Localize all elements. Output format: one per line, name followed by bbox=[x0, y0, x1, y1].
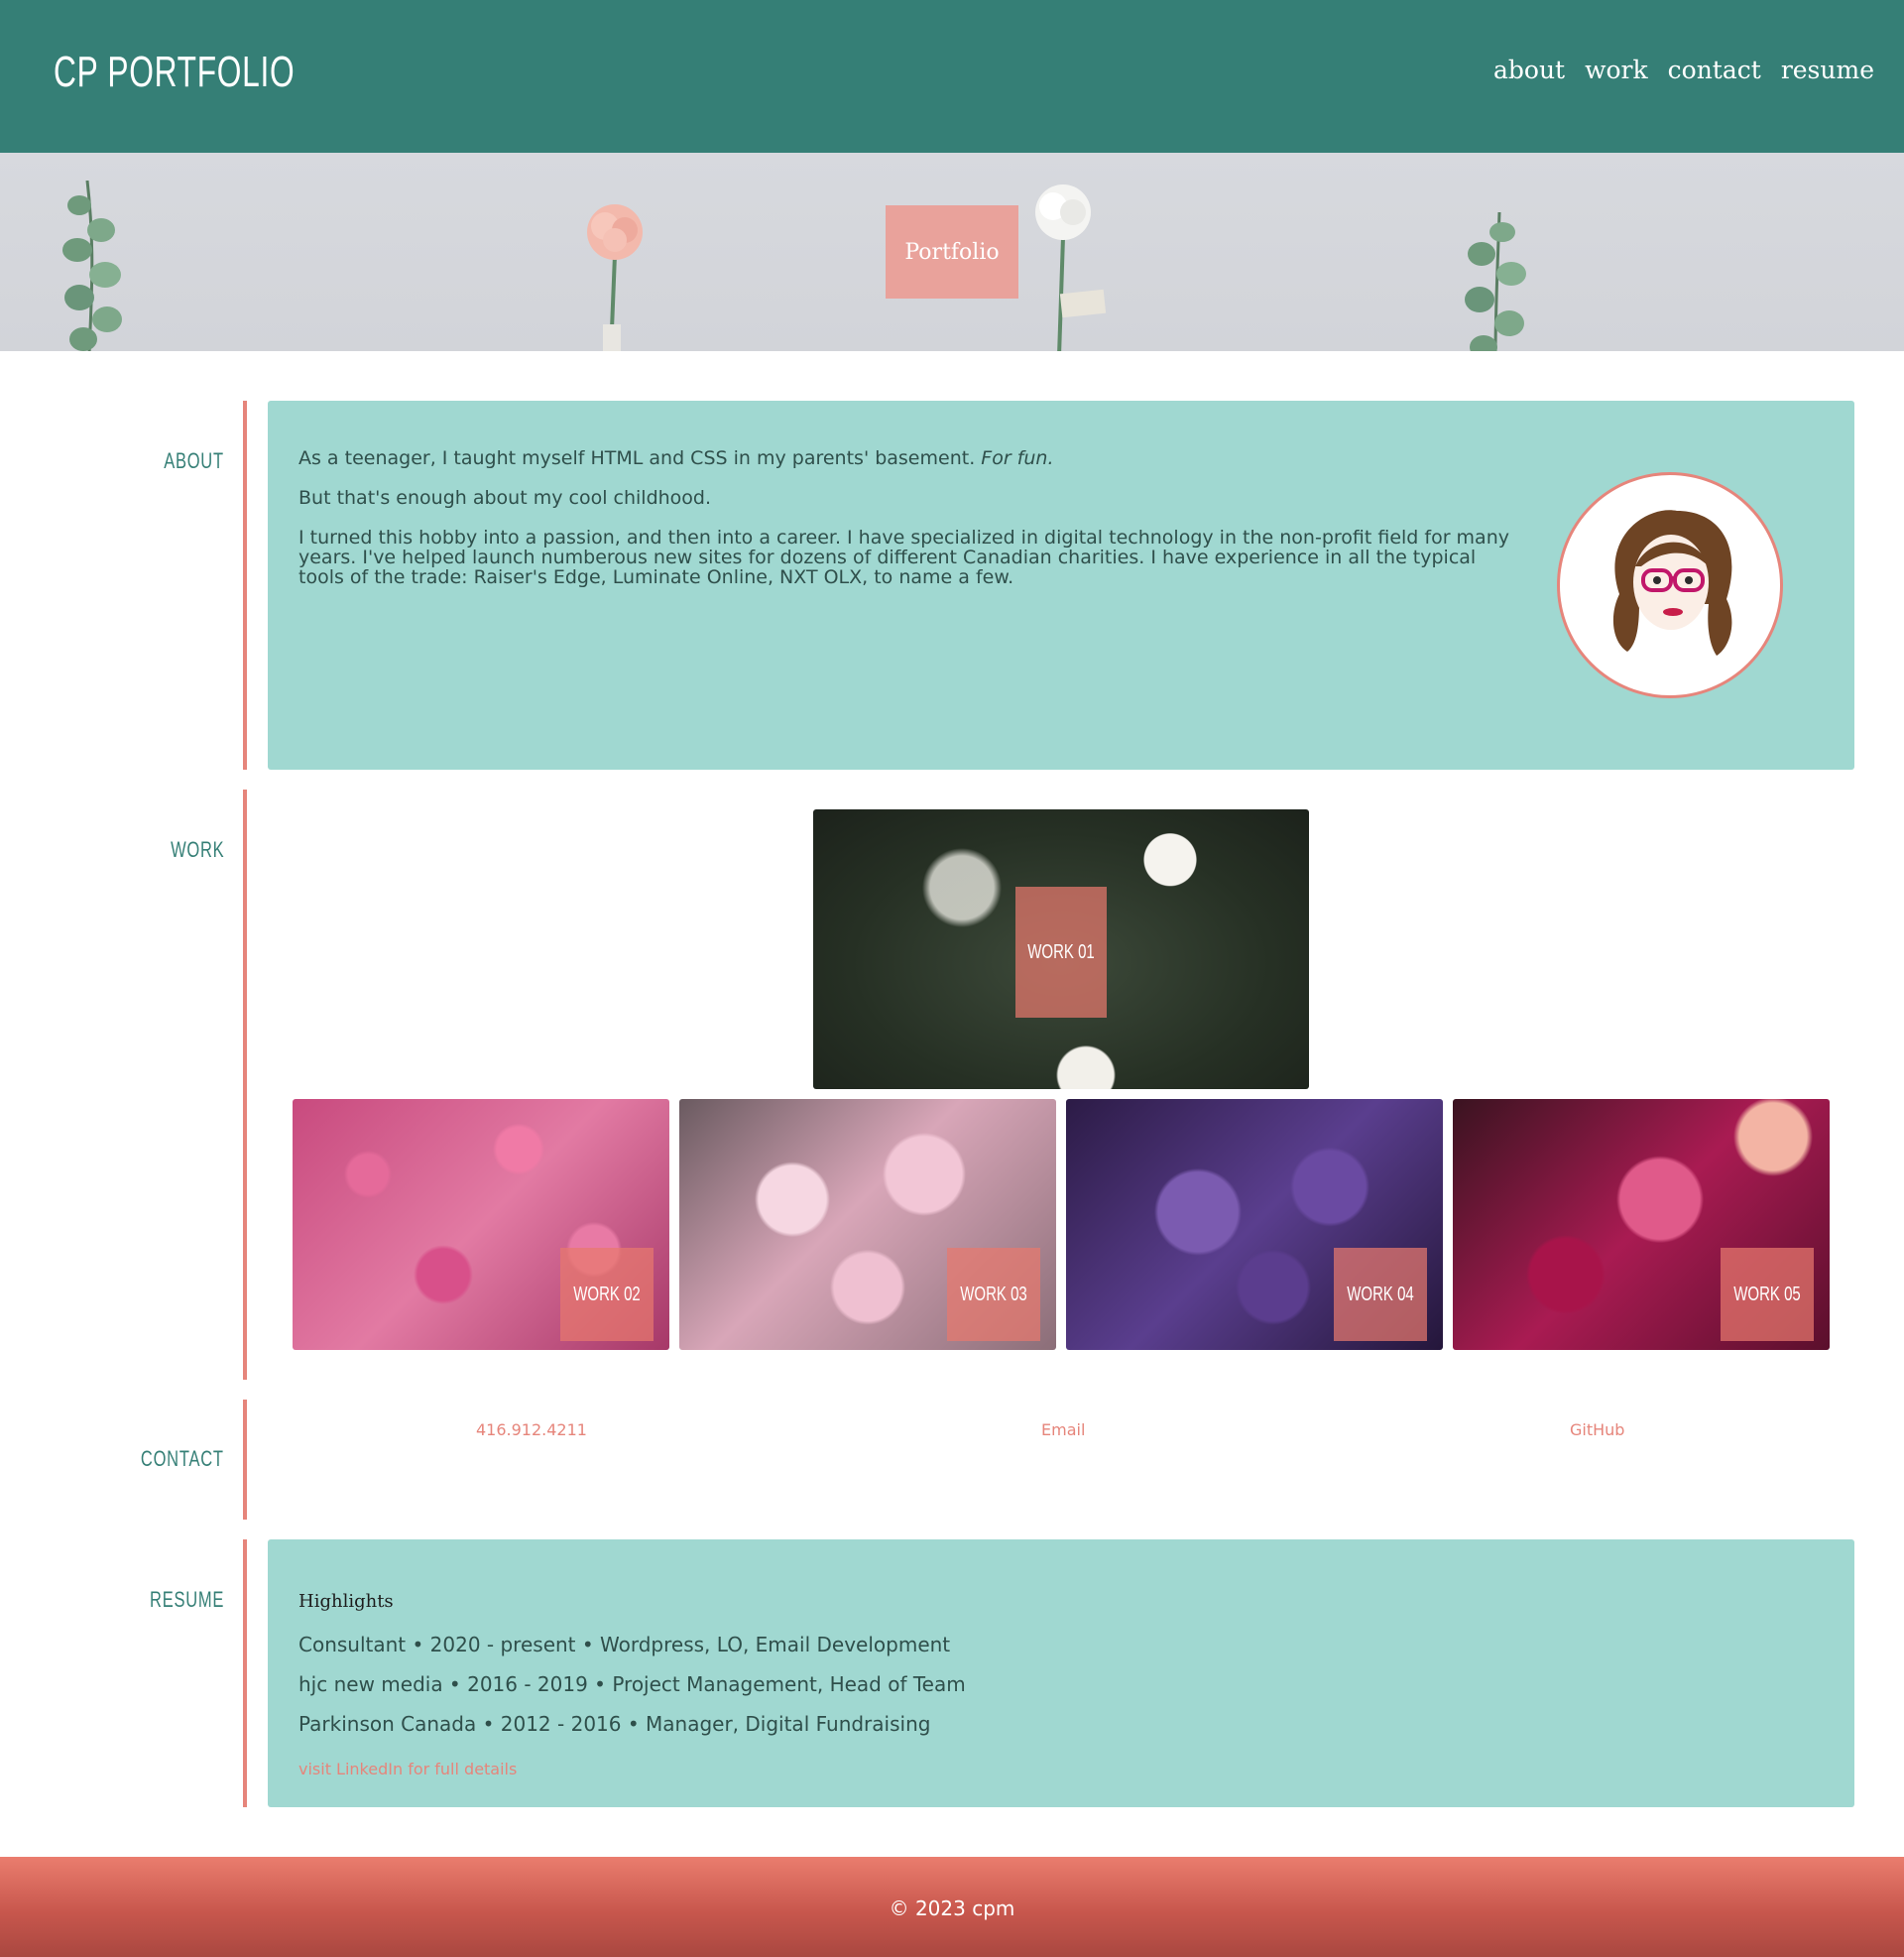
nav-link-resume[interactable]: resume bbox=[1781, 56, 1874, 84]
nav-link-contact[interactable]: contact bbox=[1668, 56, 1761, 84]
white-carnation-image bbox=[1035, 184, 1107, 351]
work-tag-03: WORK 03 bbox=[947, 1248, 1040, 1341]
contact-github-link[interactable]: GitHub bbox=[1570, 1420, 1624, 1439]
resume-card: Highlights Consultant • 2020 - present •… bbox=[268, 1539, 1854, 1807]
work-item-05[interactable]: WORK 05 bbox=[1453, 1099, 1830, 1350]
hero-banner: Portfolio bbox=[0, 153, 1904, 351]
about-paragraph-2: But that's enough about my cool childhoo… bbox=[298, 487, 712, 509]
linkedin-link[interactable]: visit LinkedIn for full details bbox=[298, 1760, 517, 1778]
about-paragraph-3: I turned this hobby into a passion, and … bbox=[298, 527, 1509, 588]
site-logo[interactable]: CP PORTFOLIO bbox=[54, 48, 295, 97]
avatar bbox=[1557, 472, 1783, 698]
contact-phone-link[interactable]: 416.912.4211 bbox=[476, 1420, 587, 1439]
avatar-illustration-icon bbox=[1612, 510, 1732, 656]
work-tag-02: WORK 02 bbox=[560, 1248, 654, 1341]
work-tag-05: WORK 05 bbox=[1721, 1248, 1814, 1341]
section-label-work: WORK bbox=[170, 837, 224, 862]
section-label-contact: CONTACT bbox=[141, 1446, 224, 1471]
work-tag-01: WORK 01 bbox=[1015, 887, 1107, 1018]
footer-copyright: © 2023 cpm bbox=[889, 1896, 1015, 1920]
site-header: CP PORTFOLIO about work contact resume bbox=[0, 0, 1904, 153]
resume-row-1: Consultant • 2020 - present • Wordpress,… bbox=[298, 1633, 951, 1656]
work-tag-04: WORK 04 bbox=[1334, 1248, 1427, 1341]
section-label-resume: RESUME bbox=[149, 1587, 224, 1612]
nav-link-about[interactable]: about bbox=[1493, 56, 1565, 84]
resume-row-3: Parkinson Canada • 2012 - 2016 • Manager… bbox=[298, 1712, 931, 1736]
main-nav: about work contact resume bbox=[1493, 56, 1874, 84]
eucalyptus-left-image bbox=[62, 181, 122, 351]
about-card: As a teenager, I taught myself HTML and … bbox=[268, 401, 1854, 770]
work-divider bbox=[243, 790, 247, 1380]
work-item-04[interactable]: WORK 04 bbox=[1066, 1099, 1443, 1350]
contact-divider bbox=[243, 1400, 247, 1520]
contact-email-link[interactable]: Email bbox=[1041, 1420, 1085, 1439]
resume-divider bbox=[243, 1539, 247, 1807]
nav-link-work[interactable]: work bbox=[1585, 56, 1648, 84]
section-label-about: ABOUT bbox=[164, 448, 224, 473]
pink-carnation-image bbox=[587, 204, 643, 351]
work-item-02[interactable]: WORK 02 bbox=[293, 1099, 669, 1350]
about-paragraph-1: As a teenager, I taught myself HTML and … bbox=[298, 447, 976, 469]
resume-highlights-heading: Highlights bbox=[298, 1591, 394, 1612]
about-divider bbox=[243, 401, 247, 770]
work-item-01[interactable]: WORK 01 bbox=[813, 809, 1309, 1089]
site-footer: © 2023 cpm bbox=[0, 1857, 1904, 1957]
eucalyptus-right-image bbox=[1465, 212, 1526, 351]
about-paragraph-1-emphasis: For fun. bbox=[981, 447, 1054, 469]
resume-row-2: hjc new media • 2016 - 2019 • Project Ma… bbox=[298, 1672, 966, 1696]
work-item-03[interactable]: WORK 03 bbox=[679, 1099, 1056, 1350]
about-text: As a teenager, I taught myself HTML and … bbox=[298, 448, 1518, 607]
portfolio-badge: Portfolio bbox=[886, 205, 1018, 299]
